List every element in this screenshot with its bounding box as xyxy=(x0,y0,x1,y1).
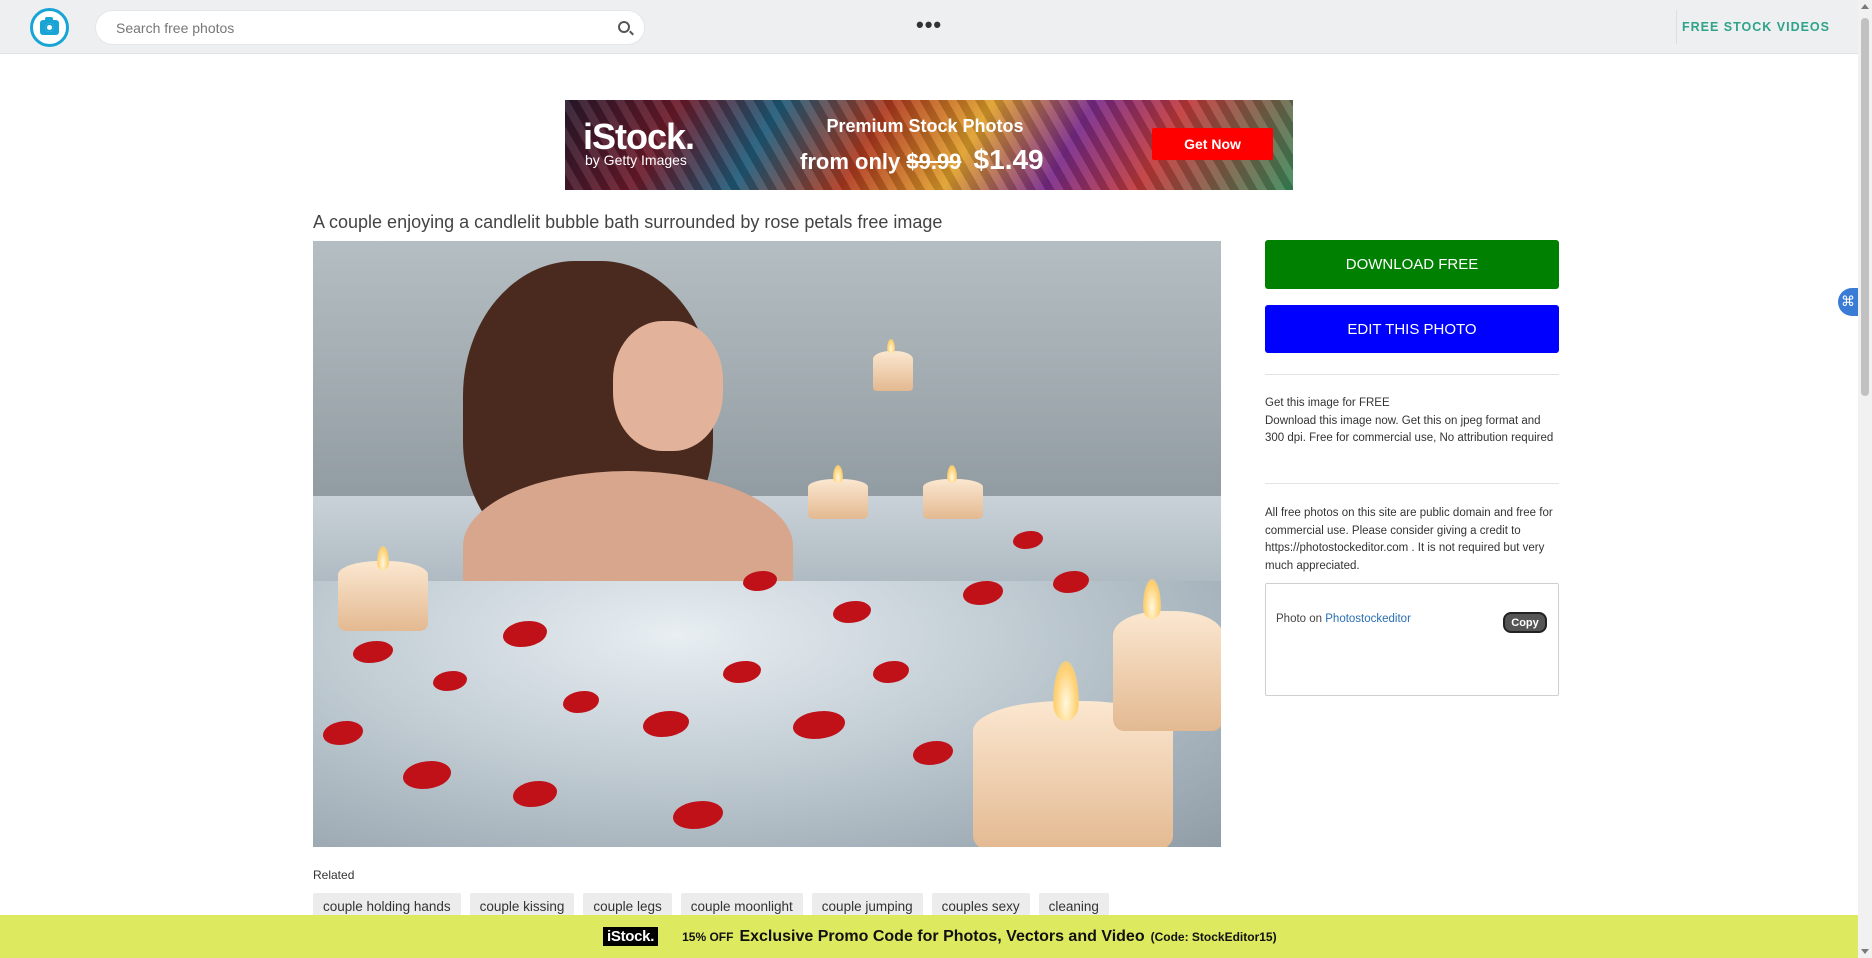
accessibility-widget[interactable]: ⌘ xyxy=(1838,288,1858,316)
scroll-up-arrow-icon[interactable] xyxy=(1861,4,1869,9)
more-menu-icon[interactable]: ••• xyxy=(916,12,942,38)
promo-content: iStock. 15% OFF Exclusive Promo Code for… xyxy=(603,927,1277,946)
page-scrollbar[interactable] xyxy=(1858,0,1872,958)
divider xyxy=(1265,374,1559,375)
ad-brand-sub: by Getty Images xyxy=(585,152,687,168)
promo-istock-logo: iStock. xyxy=(603,927,659,946)
photostockeditor-link[interactable]: Photostockeditor xyxy=(1325,613,1411,625)
related-label: Related xyxy=(313,868,355,882)
promo-message: Exclusive Promo Code for Photos, Vectors… xyxy=(739,927,1145,945)
free-image-info: Get this image for FREE Download this im… xyxy=(1265,395,1561,448)
ad-headline: Premium Stock Photos xyxy=(826,116,1024,136)
promo-bar[interactable]: iStock. 15% OFF Exclusive Promo Code for… xyxy=(0,915,1858,958)
promo-discount: 15% OFF xyxy=(682,929,734,944)
main-photo[interactable] xyxy=(313,241,1221,847)
page-title: A couple enjoying a candlelit bubble bat… xyxy=(313,212,943,232)
credit-prefix: Photo on xyxy=(1276,613,1323,625)
ad-new-price: $1.49 xyxy=(973,144,1044,175)
download-free-button[interactable]: DOWNLOAD FREE xyxy=(1265,240,1559,289)
credit-box: Photo on Photostockeditor Copy xyxy=(1265,583,1559,696)
camera-logo-icon[interactable] xyxy=(30,8,69,47)
scrollbar-thumb[interactable] xyxy=(1861,18,1869,396)
divider xyxy=(1265,483,1559,484)
accessibility-icon: ⌘ xyxy=(1841,293,1855,309)
edit-photo-button[interactable]: EDIT THIS PHOTO xyxy=(1265,305,1559,353)
info-body: Download this image now. Get this on jpe… xyxy=(1265,414,1554,445)
ad-price-line: from only $9.99 $1.49 xyxy=(800,144,1044,176)
search-input[interactable] xyxy=(116,11,596,44)
scroll-down-arrow-icon[interactable] xyxy=(1861,949,1869,954)
ad-price-prefix: from only xyxy=(800,149,901,174)
license-text: All free photos on this site are public … xyxy=(1265,507,1553,572)
top-header: ••• FREE STOCK VIDEOS xyxy=(0,0,1858,54)
istock-ad-banner[interactable]: iStock. by Getty Images Premium Stock Ph… xyxy=(565,100,1293,190)
search-bar[interactable] xyxy=(95,10,645,45)
credit-text: Photo on Photostockeditor xyxy=(1276,613,1411,625)
copy-credit-button[interactable]: Copy xyxy=(1503,612,1547,633)
info-heading: Get this image for FREE xyxy=(1265,397,1390,409)
search-icon[interactable] xyxy=(618,21,630,33)
header-divider xyxy=(1676,10,1677,44)
ad-get-now-button[interactable]: Get Now xyxy=(1152,128,1273,160)
free-stock-videos-link[interactable]: FREE STOCK VIDEOS xyxy=(1682,20,1830,34)
ad-old-price: $9.99 xyxy=(906,149,962,174)
promo-code: (Code: StockEditor15) xyxy=(1150,929,1277,944)
